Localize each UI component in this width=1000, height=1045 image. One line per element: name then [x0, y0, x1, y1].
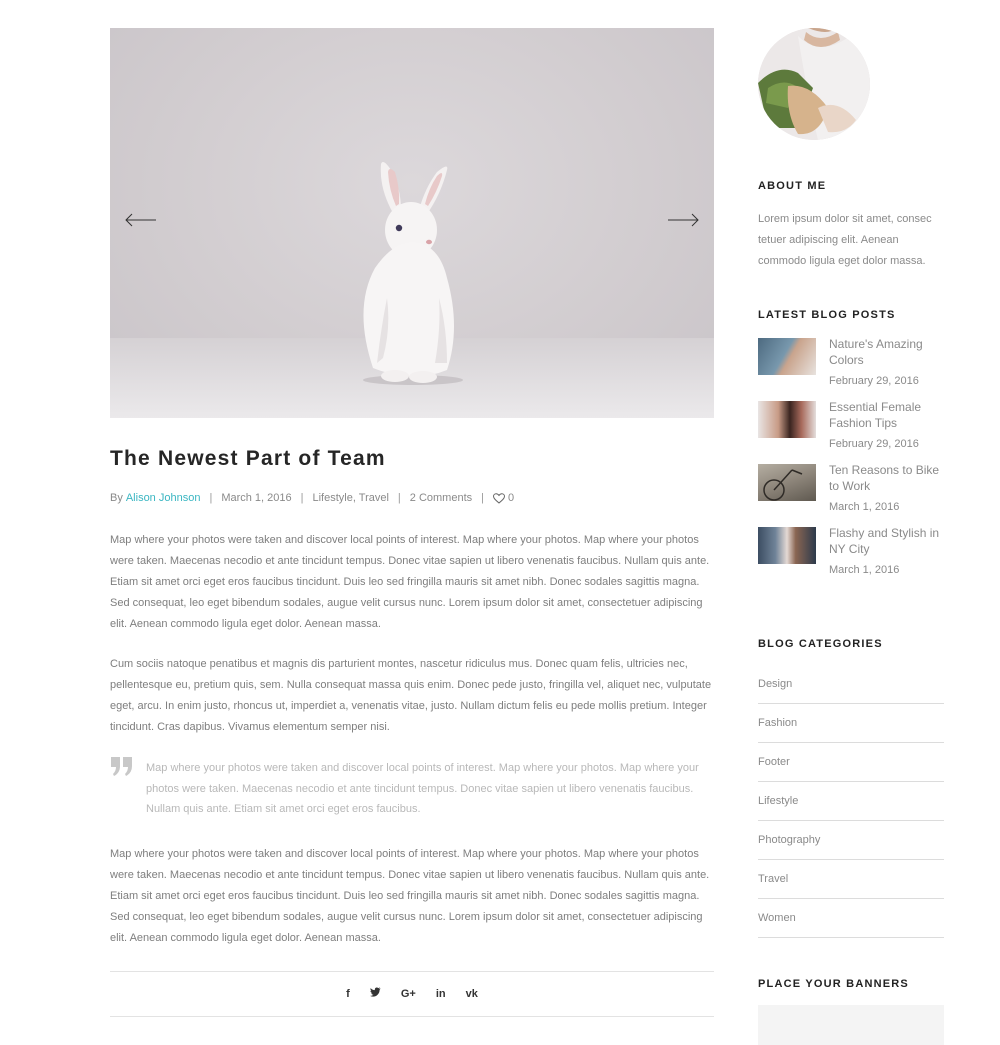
latest-post-title[interactable]: Flashy and Stylish in NY City	[829, 525, 944, 557]
latest-post-item[interactable]: Ten Reasons to Bike to Work March 1, 201…	[758, 462, 944, 525]
latest-post-title[interactable]: Essential Female Fashion Tips	[829, 399, 944, 431]
like-button[interactable]: 0	[493, 492, 514, 504]
latest-posts-list: Nature's Amazing Colors February 29, 201…	[758, 336, 944, 588]
latest-post-title[interactable]: Ten Reasons to Bike to Work	[829, 462, 944, 494]
quote-text: Map where your photos were taken and dis…	[146, 762, 699, 815]
blockquote: Map where your photos were taken and dis…	[110, 757, 714, 820]
meta-comments-link[interactable]: 2 Comments	[410, 492, 472, 504]
post-paragraph: Cum sociis natoque penatibus et magnis d…	[110, 658, 712, 733]
latest-posts-title: LATEST BLOG POSTS	[758, 309, 896, 321]
heart-icon	[493, 492, 505, 504]
category-item-design[interactable]: Design	[758, 665, 944, 704]
post-thumbnail[interactable]	[758, 401, 816, 438]
linkedin-icon[interactable]: in	[436, 988, 446, 1000]
post-thumbnail[interactable]	[758, 338, 816, 375]
category-item-travel[interactable]: Travel	[758, 860, 944, 899]
category-item-photography[interactable]: Photography	[758, 821, 944, 860]
latest-post-date: February 29, 2016	[829, 375, 919, 387]
slider-prev-arrow-icon[interactable]	[124, 208, 158, 232]
author-avatar	[758, 28, 870, 140]
meta-separator: |	[209, 492, 213, 504]
meta-categories[interactable]: Lifestyle, Travel	[313, 492, 389, 504]
facebook-icon[interactable]: f	[346, 988, 350, 1000]
meta-separator: |	[300, 492, 304, 504]
latest-post-item[interactable]: Essential Female Fashion Tips February 2…	[758, 399, 944, 462]
sidebar: ABOUT ME Lorem ipsum dolor sit amet, con…	[758, 28, 944, 1045]
latest-post-date: February 29, 2016	[829, 438, 919, 450]
meta-separator: |	[397, 492, 401, 504]
post-title: The Newest Part of Team	[110, 447, 386, 470]
meta-separator: |	[481, 492, 484, 504]
vk-icon[interactable]: vk	[466, 988, 478, 1000]
category-item-footer[interactable]: Footer	[758, 743, 944, 782]
bicycle-photo	[763, 469, 803, 501]
category-item-women[interactable]: Women	[758, 899, 944, 938]
slider-next-arrow-icon[interactable]	[666, 208, 700, 232]
blog-categories-title: BLOG CATEGORIES	[758, 638, 883, 650]
latest-post-item[interactable]: Nature's Amazing Colors February 29, 201…	[758, 336, 944, 399]
google-plus-icon[interactable]: G+	[401, 988, 416, 1000]
rabbit-photo	[363, 162, 463, 385]
meta-date[interactable]: March 1, 2016	[221, 492, 291, 504]
about-me-title: ABOUT ME	[758, 180, 827, 192]
post-meta: By Alison Johnson | March 1, 2016 | Life…	[110, 492, 714, 504]
latest-post-title[interactable]: Nature's Amazing Colors	[829, 336, 944, 368]
latest-post-item[interactable]: Flashy and Stylish in NY City March 1, 2…	[758, 525, 944, 588]
meta-by-label: By	[110, 492, 123, 504]
share-bar: f G+ in vk	[110, 970, 714, 1017]
latest-post-date: March 1, 2016	[829, 501, 900, 513]
about-me-text: Lorem ipsum dolor sit amet, consec tetue…	[758, 213, 932, 267]
meta-author-link[interactable]: Alison Johnson	[126, 492, 201, 504]
latest-post-date: March 1, 2016	[829, 564, 900, 576]
post-thumbnail[interactable]	[758, 527, 816, 564]
post-paragraph: Map where your photos were taken and dis…	[110, 534, 710, 630]
post-thumbnail[interactable]	[758, 464, 816, 501]
category-item-lifestyle[interactable]: Lifestyle	[758, 782, 944, 821]
post-image-slider[interactable]	[110, 28, 714, 418]
quote-icon	[111, 757, 132, 776]
twitter-icon[interactable]	[369, 987, 381, 1000]
category-item-fashion[interactable]: Fashion	[758, 704, 944, 743]
post-main: The Newest Part of Team By Alison Johnso…	[110, 28, 714, 1017]
avatar-photo	[758, 28, 870, 140]
banner-placeholder[interactable]	[758, 1005, 944, 1045]
banners-title: PLACE YOUR BANNERS	[758, 978, 909, 990]
post-paragraph: Map where your photos were taken and dis…	[110, 847, 710, 944]
like-count: 0	[508, 492, 515, 504]
categories-list: Design Fashion Footer Lifestyle Photogra…	[758, 665, 944, 938]
